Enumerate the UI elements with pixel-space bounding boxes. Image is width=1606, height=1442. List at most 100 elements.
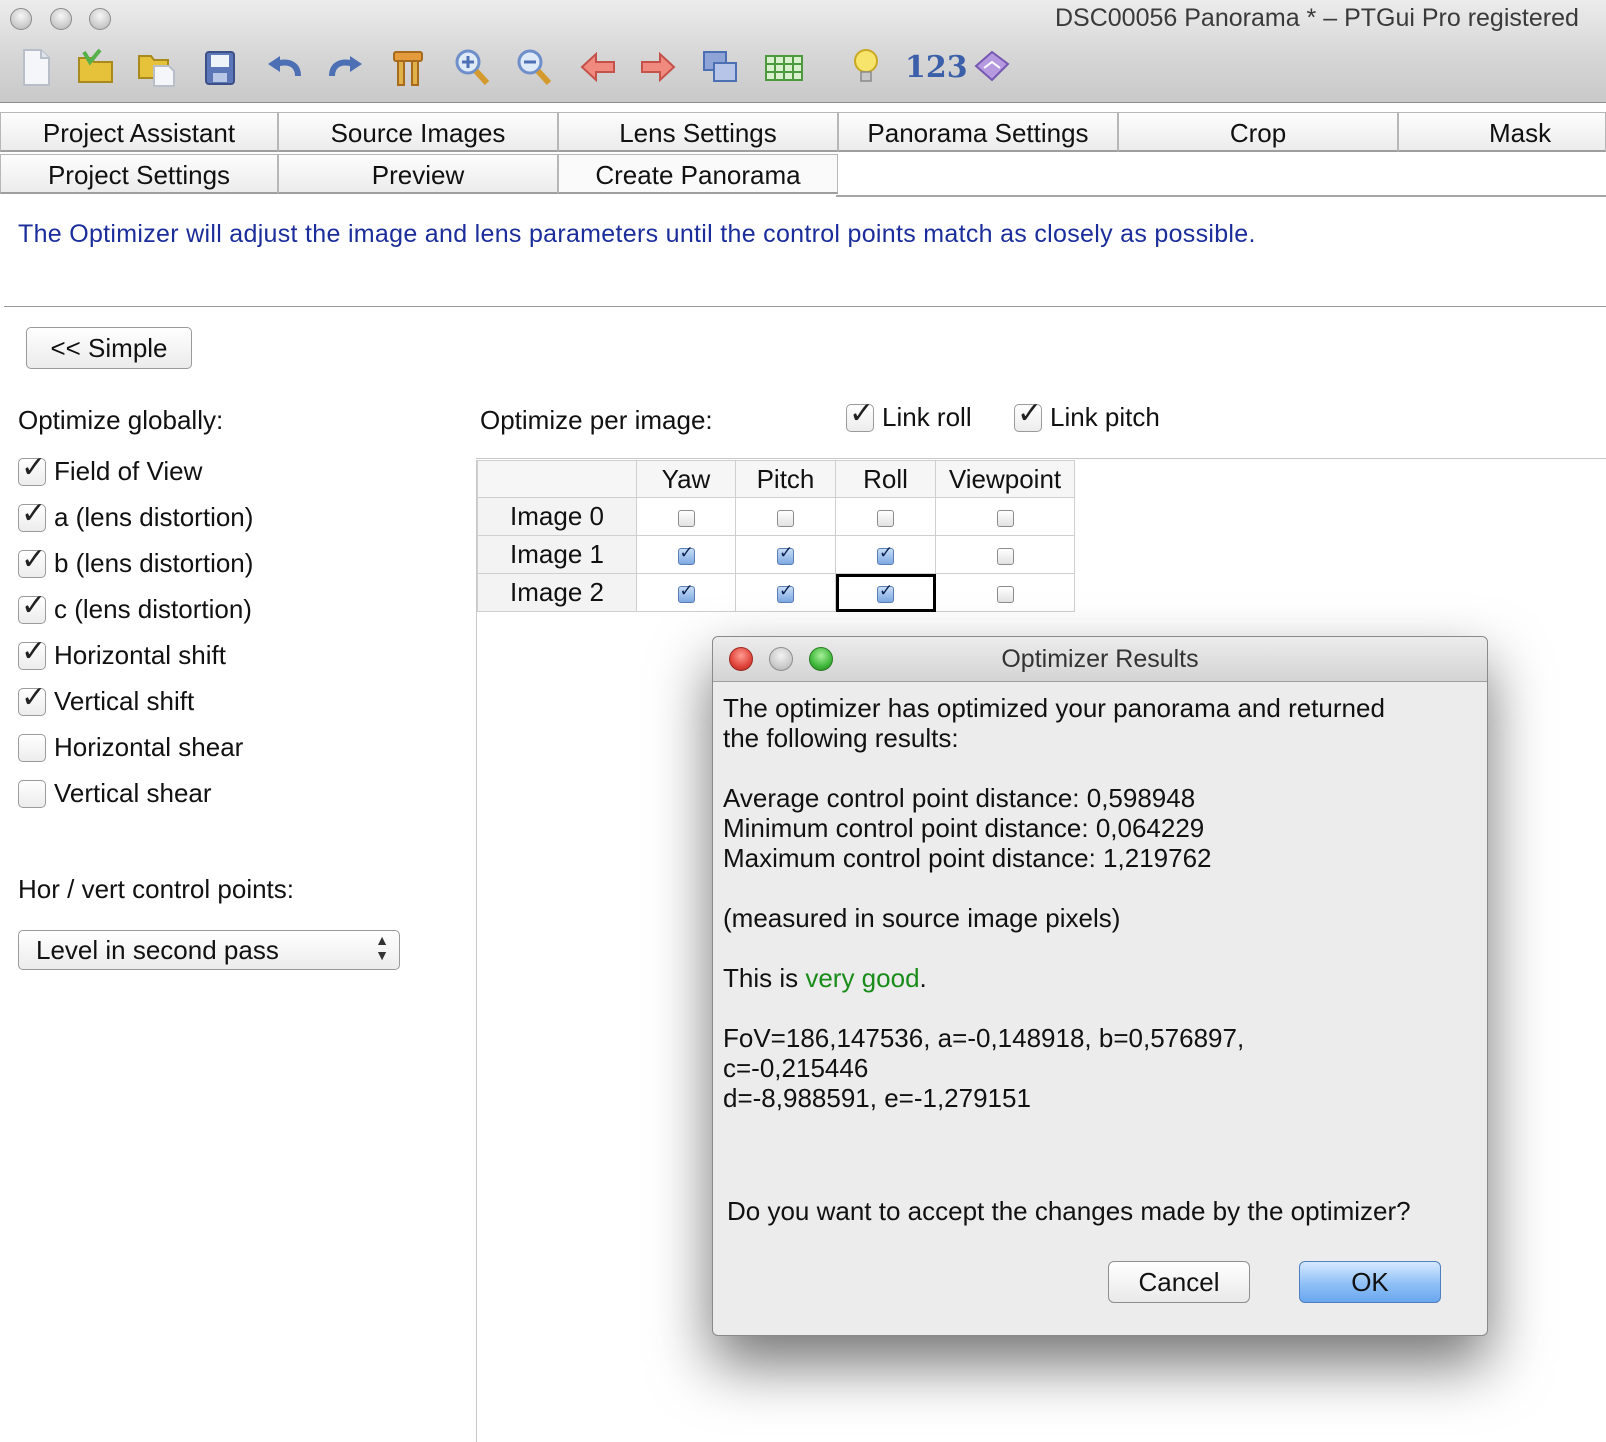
checkbox-image2-viewpoint[interactable] <box>996 585 1014 603</box>
control-points-selected-value: Level in second pass <box>36 935 279 965</box>
control-points-label: Hor / vert control points: <box>18 874 294 904</box>
checkbox-image2-roll[interactable]: ✓ <box>877 581 894 603</box>
arrow-left-icon[interactable] <box>578 46 618 88</box>
checkbox-image0-viewpoint[interactable] <box>996 509 1014 527</box>
tab-create-panorama[interactable]: Create Panorama <box>558 154 838 194</box>
table-cell[interactable] <box>735 497 836 536</box>
table-icon[interactable] <box>764 46 804 88</box>
checkbox-image1-pitch[interactable]: ✓ <box>777 543 794 565</box>
zoom-window-button[interactable] <box>89 8 111 30</box>
table-row: Image 0 <box>477 497 1075 536</box>
control-points-select[interactable]: Level in second pass ▲ ▼ <box>18 930 400 970</box>
table-cell[interactable] <box>835 497 936 536</box>
checkbox-box[interactable]: ✓ <box>18 453 46 486</box>
checkbox-image0-roll[interactable] <box>877 509 894 527</box>
images-icon[interactable] <box>700 46 740 88</box>
checkbox-box[interactable]: ✓ <box>18 637 46 670</box>
checkbox-image2-pitch[interactable]: ✓ <box>777 581 794 603</box>
column-header-viewpoint: Viewpoint <box>935 460 1075 498</box>
table-header-row: Yaw Pitch Roll Viewpoint <box>477 460 1075 498</box>
tab-panorama-settings[interactable]: Panorama Settings <box>838 112 1118 152</box>
open-recent-icon[interactable] <box>136 46 176 88</box>
lightbulb-icon[interactable] <box>846 46 886 88</box>
column-header-roll: Roll <box>835 460 936 498</box>
optimize-globally-label: Optimize globally: <box>18 405 224 435</box>
checkbox-label: Horizontal shift <box>54 640 226 670</box>
checkbox-box[interactable]: ✓ <box>18 683 46 716</box>
table-cell[interactable]: ✓ <box>636 573 736 612</box>
new-document-icon[interactable] <box>16 46 56 88</box>
table-cell[interactable]: ✓ <box>735 573 836 612</box>
accept-question: Do you want to accept the changes made b… <box>727 1196 1411 1226</box>
cancel-button[interactable]: Cancel <box>1108 1261 1250 1303</box>
tab-preview[interactable]: Preview <box>278 154 558 194</box>
checkbox-box[interactable]: ✓ <box>18 591 46 624</box>
ok-button[interactable]: OK <box>1299 1261 1441 1303</box>
checkbox-label: a (lens distortion) <box>54 502 254 532</box>
table-cell[interactable] <box>636 497 736 536</box>
checkbox-image1-yaw[interactable]: ✓ <box>677 543 695 565</box>
checkbox-image0-pitch[interactable] <box>777 509 794 527</box>
optimize-per-image-label: Optimize per image: <box>480 405 713 435</box>
row-header-image-2: Image 2 <box>477 573 637 612</box>
arrow-right-icon[interactable] <box>638 46 678 88</box>
simple-button[interactable]: << Simple <box>26 327 192 369</box>
checkbox-box[interactable]: ✓ <box>18 499 46 532</box>
redo-icon[interactable] <box>326 46 366 88</box>
tab-project-assistant[interactable]: Project Assistant <box>0 112 278 152</box>
tab-mask[interactable]: Mask <box>1398 112 1606 152</box>
maximum-distance: Maximum control point distance: 1,219762 <box>723 843 1212 873</box>
checkbox-label: Link roll <box>882 402 972 432</box>
checkbox-box[interactable]: ✓ <box>846 399 874 432</box>
table-row: Image 2 ✓ ✓ ✓ <box>477 573 1075 612</box>
updown-chevron-icon: ▲ ▼ <box>375 932 389 963</box>
tab-lens-settings[interactable]: Lens Settings <box>558 112 838 152</box>
zoom-out-icon[interactable] <box>514 46 554 88</box>
measured-note: (measured in source image pixels) <box>723 903 1121 933</box>
checkbox-image0-yaw[interactable] <box>677 509 695 527</box>
table-cell[interactable] <box>935 535 1075 574</box>
tools-icon[interactable] <box>388 46 428 88</box>
help-book-icon[interactable] <box>972 46 1012 88</box>
tab-project-settings[interactable]: Project Settings <box>0 154 278 194</box>
tab-source-images[interactable]: Source Images <box>278 112 558 152</box>
tab-crop[interactable]: Crop <box>1118 112 1398 152</box>
checkbox-label: b (lens distortion) <box>54 548 254 578</box>
table-cell[interactable] <box>935 573 1075 612</box>
checkbox-box[interactable] <box>18 780 46 808</box>
minimize-window-button[interactable] <box>50 8 72 30</box>
numbers-icon[interactable]: 123 <box>905 50 968 85</box>
checkbox-image1-roll[interactable]: ✓ <box>877 543 894 565</box>
table-corner <box>477 460 637 498</box>
table-cell[interactable]: ✓ <box>636 535 736 574</box>
dialog-title: Optimizer Results <box>1001 645 1199 673</box>
table-cell-focused[interactable]: ✓ <box>835 573 936 612</box>
dialog-intro-line2: the following results: <box>723 723 959 753</box>
optimizer-results-dialog: Optimizer Results The optimizer has opti… <box>712 636 1488 1336</box>
lens-params-line1: FoV=186,147536, a=-0,148918, b=0,576897, <box>723 1023 1245 1053</box>
per-image-table: Yaw Pitch Roll Viewpoint Image 0 Image 1… <box>477 460 1075 612</box>
checkbox-box[interactable]: ✓ <box>18 545 46 578</box>
window-titlebar: DSC00056 Panorama * – PTGui Pro register… <box>0 0 1606 103</box>
verdict-suffix: . <box>919 963 927 993</box>
table-row: Image 1 ✓ ✓ ✓ <box>477 535 1075 574</box>
checkbox-image1-viewpoint[interactable] <box>996 547 1014 565</box>
undo-icon[interactable] <box>264 46 304 88</box>
minimum-distance: Minimum control point distance: 0,064229 <box>723 813 1205 843</box>
optimizer-info-text: The Optimizer will adjust the image and … <box>18 220 1256 248</box>
table-cell[interactable] <box>935 497 1075 536</box>
open-folder-icon[interactable] <box>76 46 116 88</box>
dialog-titlebar: Optimizer Results <box>713 637 1487 682</box>
row-header-image-1: Image 1 <box>477 535 637 574</box>
checkbox-box[interactable]: ✓ <box>1014 399 1042 432</box>
zoom-in-icon[interactable] <box>452 46 492 88</box>
table-cell[interactable]: ✓ <box>835 535 936 574</box>
save-icon[interactable] <box>200 46 240 88</box>
checkbox-box[interactable] <box>18 734 46 762</box>
checkbox-image2-yaw[interactable]: ✓ <box>677 581 695 603</box>
table-top-border <box>476 458 1606 459</box>
tab-bar-divider <box>836 195 1606 197</box>
close-window-button[interactable] <box>10 8 32 30</box>
checkbox-label: Vertical shift <box>54 686 195 716</box>
table-cell[interactable]: ✓ <box>735 535 836 574</box>
